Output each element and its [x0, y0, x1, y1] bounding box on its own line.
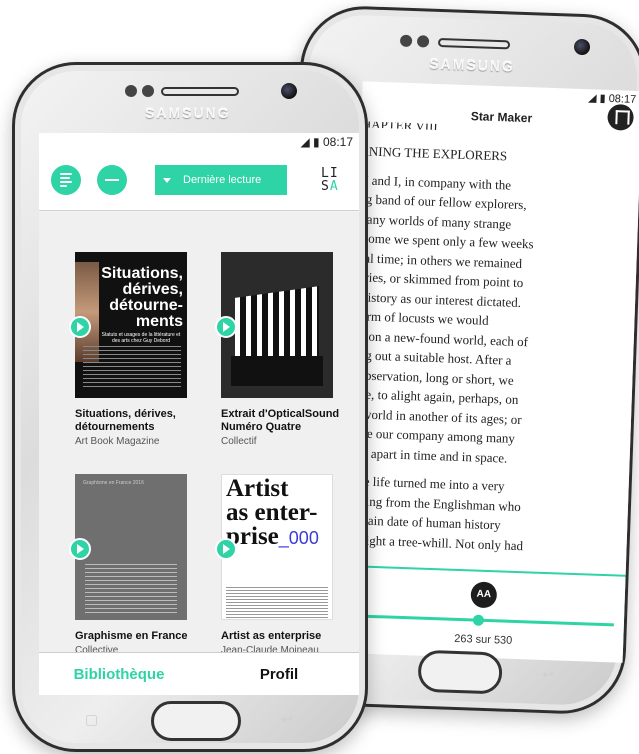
book-card[interactable]: Artist as enter- prise_000 Artist as ent… [215, 474, 347, 656]
book-title: Extrait d'OpticalSound Numéro Quatre [221, 408, 340, 433]
page-progress-slider[interactable] [343, 614, 614, 627]
book-cover[interactable]: Artist as enter- prise_000 [221, 474, 333, 620]
reader-paragraph: ERNING THE EXPLORERS [351, 143, 508, 164]
front-camera-icon [281, 83, 297, 99]
book-cover[interactable]: Situations, dérives, détourne- ments Sta… [75, 252, 187, 398]
signal-battery-icon: ◢ ▮ [300, 135, 323, 149]
book-card[interactable]: Situations, dérives, détourne- ments Sta… [69, 252, 201, 447]
cover-title: Artist as enter- prise_000 [226, 476, 319, 550]
book-title: Situations, dérives, détournements [75, 408, 176, 433]
font-size-button[interactable]: AA [470, 581, 498, 609]
logo-a: A [329, 179, 339, 194]
brand-logo: SAMSUNG [429, 55, 516, 75]
book-title: Graphisme en France [75, 630, 188, 642]
sensor-dots [125, 85, 154, 97]
book-card[interactable]: Extrait d'OpticalSound Numéro Quatre Col… [215, 252, 347, 447]
status-time: 08:17 [322, 135, 353, 149]
slider-handle[interactable] [472, 614, 485, 626]
logo-bottom: SA [321, 180, 347, 193]
play-icon[interactable] [215, 316, 237, 338]
back-icon[interactable]: ↩ [281, 711, 293, 728]
caret-down-icon [163, 178, 171, 183]
page-indicator: 263 sur 530 [453, 632, 513, 647]
book-cover[interactable] [221, 252, 333, 398]
status-bar: ◢ ▮ 08:17 [588, 91, 637, 106]
cover-title: Situations, dérives, détourne- ments [101, 265, 183, 330]
play-icon[interactable] [69, 316, 91, 338]
reader-paragraph: range life turned me into a very nt bein… [342, 472, 524, 553]
cover-subtitle: Statuts et usages de la littérature et d… [101, 332, 181, 344]
cover-title: Graphisme en France 2016 [83, 480, 144, 486]
app-logo: LI SA [321, 167, 347, 193]
sort-dropdown-label: Dernière lecture [183, 174, 262, 186]
cover-text-lines [226, 587, 328, 619]
book-title: Artist as enterprise [221, 630, 322, 642]
book-grid: Situations, dérives, détourne- ments Sta… [39, 212, 359, 656]
reader-paragraph: TU and I, in company with the sing band … [342, 171, 534, 466]
back-icon[interactable]: ↩ [542, 666, 554, 683]
earpiece-speaker [161, 87, 239, 96]
earpiece-speaker [437, 37, 511, 50]
cover-text-lines [85, 564, 177, 614]
signal-battery-icon: ◢ ▮ [587, 92, 609, 105]
recent-apps-icon[interactable]: ▢ [85, 711, 98, 728]
book-cover[interactable]: Graphisme en France 2016 [75, 474, 187, 620]
menu-lines-icon[interactable] [51, 165, 81, 195]
sort-dropdown[interactable]: Dernière lecture [155, 165, 287, 195]
brand-logo: SAMSUNG [145, 105, 231, 121]
tab-library[interactable]: Bibliothèque [39, 653, 199, 695]
toolbar: Dernière lecture LI SA [39, 153, 359, 211]
book-author: Collectif [221, 436, 257, 447]
cover-text-lines [83, 346, 181, 390]
status-bar: ◢ ▮ 08:17 [300, 135, 353, 149]
home-button[interactable] [151, 701, 241, 741]
book-author: Art Book Magazine [75, 436, 160, 447]
reader-screen: ◢ ▮ 08:17 Star Maker CHAPTER VIII ERNING… [342, 81, 639, 663]
front-camera-icon [573, 38, 591, 56]
logo-s: S [321, 179, 330, 194]
sensor-dots [399, 34, 430, 48]
reader-content: CHAPTER VIII ERNING THE EXPLORERS TU and… [343, 121, 639, 571]
play-icon[interactable] [69, 538, 91, 560]
bottom-tab-bar: Bibliothèque Profil [39, 652, 359, 695]
cover-number: _000 [278, 528, 319, 548]
play-icon[interactable] [215, 538, 237, 560]
book-card[interactable]: Graphisme en France 2016 Graphisme en Fr… [69, 474, 201, 656]
cover-base [231, 356, 323, 386]
phone-library: SAMSUNG ◢ ▮ 08:17 Dernière lecture LI SA [12, 62, 368, 752]
minus-icon[interactable] [97, 165, 127, 195]
tab-profile[interactable]: Profil [199, 653, 359, 695]
home-button[interactable] [417, 649, 503, 695]
library-screen: ◢ ▮ 08:17 Dernière lecture LI SA Situati… [39, 133, 359, 695]
